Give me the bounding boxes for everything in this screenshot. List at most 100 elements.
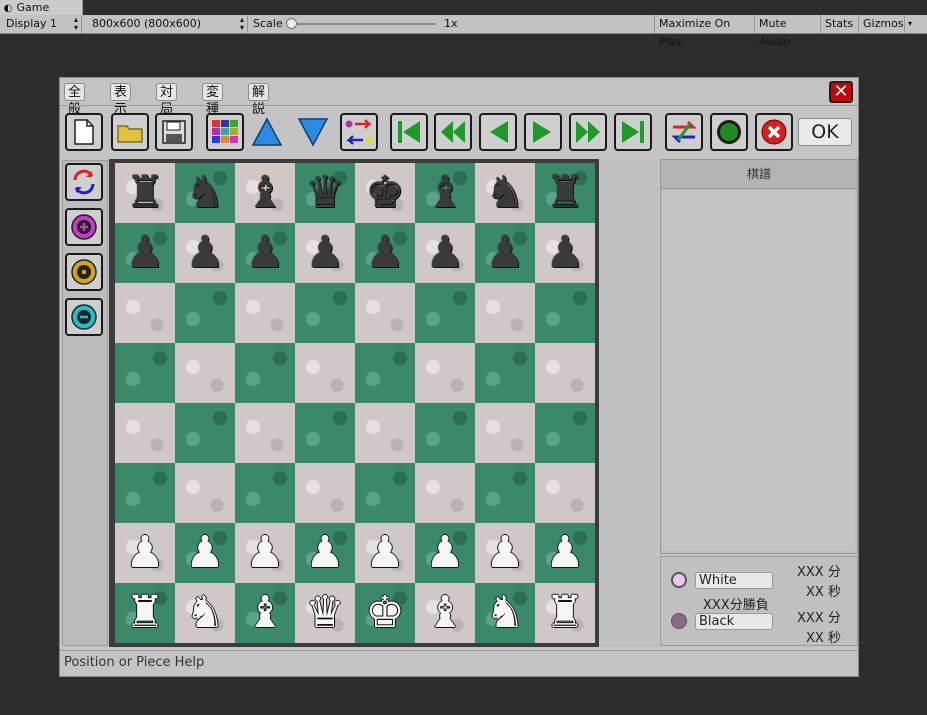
chess-piece[interactable]: ♞ [485,583,524,643]
save-button[interactable] [155,113,193,151]
chess-piece[interactable]: ♝ [425,583,464,643]
window-close-button[interactable]: ✕ [829,81,853,103]
maximize-on-play-toggle[interactable]: Maximize On Play [654,15,754,48]
board-square[interactable]: ♜ [535,583,595,643]
chess-piece[interactable]: ♟ [185,523,224,583]
board-square[interactable] [415,283,475,343]
board-square[interactable]: ♜ [115,583,175,643]
chess-piece[interactable]: ♟ [305,223,344,283]
board-square[interactable]: ♟ [295,523,355,583]
chess-piece[interactable]: ♜ [125,163,164,223]
board-square[interactable] [475,283,535,343]
board-square[interactable] [115,403,175,463]
open-file-button[interactable] [111,113,149,151]
board-square[interactable] [355,283,415,343]
last-move-button[interactable] [614,113,652,151]
black-name-field[interactable]: Black [695,613,773,630]
chess-piece[interactable]: ♟ [365,523,404,583]
gizmos-dropdown-icon[interactable]: ▾ [904,15,920,33]
kifu-move-list[interactable] [663,190,855,551]
board-square[interactable]: ♟ [415,523,475,583]
board-square[interactable] [415,463,475,523]
first-move-button[interactable] [390,113,428,151]
rotate-board-button[interactable] [65,163,103,201]
menu-game[interactable]: 対局 [156,83,178,117]
chess-piece[interactable]: ♟ [125,223,164,283]
chess-piece[interactable]: ♟ [485,523,524,583]
board-square[interactable]: ♜ [115,163,175,223]
board-square[interactable] [235,283,295,343]
stats-toggle[interactable]: Stats [820,15,858,33]
chess-piece[interactable]: ♚ [365,583,404,643]
fast-back-button[interactable] [434,113,472,151]
board-square[interactable]: ♛ [295,583,355,643]
board-square[interactable] [475,403,535,463]
board-square[interactable]: ♟ [355,523,415,583]
step-back-button[interactable] [479,113,517,151]
board-square[interactable] [295,283,355,343]
board-square[interactable]: ♟ [175,223,235,283]
board-square[interactable]: ♟ [115,523,175,583]
mute-audio-toggle[interactable]: Mute Audio [754,15,820,48]
chess-piece[interactable]: ♞ [485,163,524,223]
board-square[interactable]: ♝ [235,163,295,223]
board-square[interactable]: ♟ [235,523,295,583]
board-square[interactable] [235,463,295,523]
board-square[interactable] [175,403,235,463]
chess-piece[interactable]: ♛ [305,583,344,643]
board-square[interactable]: ♟ [115,223,175,283]
board-square[interactable]: ♞ [475,583,535,643]
chess-piece[interactable]: ♟ [125,523,164,583]
ok-button[interactable]: OK [798,118,852,146]
board-square[interactable] [175,283,235,343]
chess-piece[interactable]: ♝ [245,583,284,643]
cancel-button[interactable] [755,113,793,151]
chess-piece[interactable]: ♟ [545,523,584,583]
move-up-button[interactable] [248,113,286,151]
board-square[interactable] [355,403,415,463]
chess-piece[interactable]: ♞ [185,163,224,223]
board-square[interactable]: ♞ [475,163,535,223]
fast-forward-button[interactable] [569,113,607,151]
board-square[interactable]: ♟ [295,223,355,283]
board-square[interactable] [415,343,475,403]
white-name-field[interactable]: White [695,572,773,589]
board-square[interactable] [115,343,175,403]
new-file-button[interactable] [65,113,103,151]
board-square[interactable]: ♝ [235,583,295,643]
board-square[interactable]: ♟ [535,523,595,583]
chess-piece[interactable]: ♟ [245,523,284,583]
chess-board[interactable]: ♜ ♞ ♝ ♛ ♚ ♝ ♞ ♜ ♟ ♟ ♟ ♟ ♟ ♟ ♟ ♟ ♟ ♟ ♟ ♟ ♟ ♟ ♟ ♟ ♜ ♞ ♝ ♛ ♚ ♝ ♞ ♜ [115,163,595,643]
chess-piece[interactable]: ♟ [245,223,284,283]
board-square[interactable] [355,343,415,403]
board-square[interactable] [235,403,295,463]
board-square[interactable] [535,463,595,523]
board-square[interactable] [475,343,535,403]
board-square[interactable]: ♞ [175,583,235,643]
chess-piece[interactable]: ♟ [485,223,524,283]
chess-piece[interactable]: ♜ [545,583,584,643]
chess-piece[interactable]: ♜ [125,583,164,643]
board-square[interactable] [115,283,175,343]
board-square[interactable] [295,463,355,523]
palette-button[interactable] [206,113,244,151]
board-square[interactable]: ♜ [535,163,595,223]
chess-piece[interactable]: ♝ [245,163,284,223]
remove-piece-button[interactable] [65,298,103,336]
board-square[interactable] [175,343,235,403]
step-forward-button[interactable] [524,113,562,151]
board-square[interactable]: ♟ [355,223,415,283]
board-square[interactable]: ♟ [415,223,475,283]
center-piece-button[interactable] [65,253,103,291]
board-square[interactable]: ♟ [475,223,535,283]
chess-piece[interactable]: ♚ [365,163,404,223]
menu-general[interactable]: 全般 [64,83,86,117]
chess-piece[interactable]: ♟ [365,223,404,283]
add-piece-button[interactable] [65,208,103,246]
move-down-button[interactable] [294,113,332,151]
board-square[interactable]: ♞ [175,163,235,223]
board-square[interactable] [415,403,475,463]
board-square[interactable]: ♚ [355,163,415,223]
board-square[interactable] [355,463,415,523]
board-square[interactable] [295,343,355,403]
